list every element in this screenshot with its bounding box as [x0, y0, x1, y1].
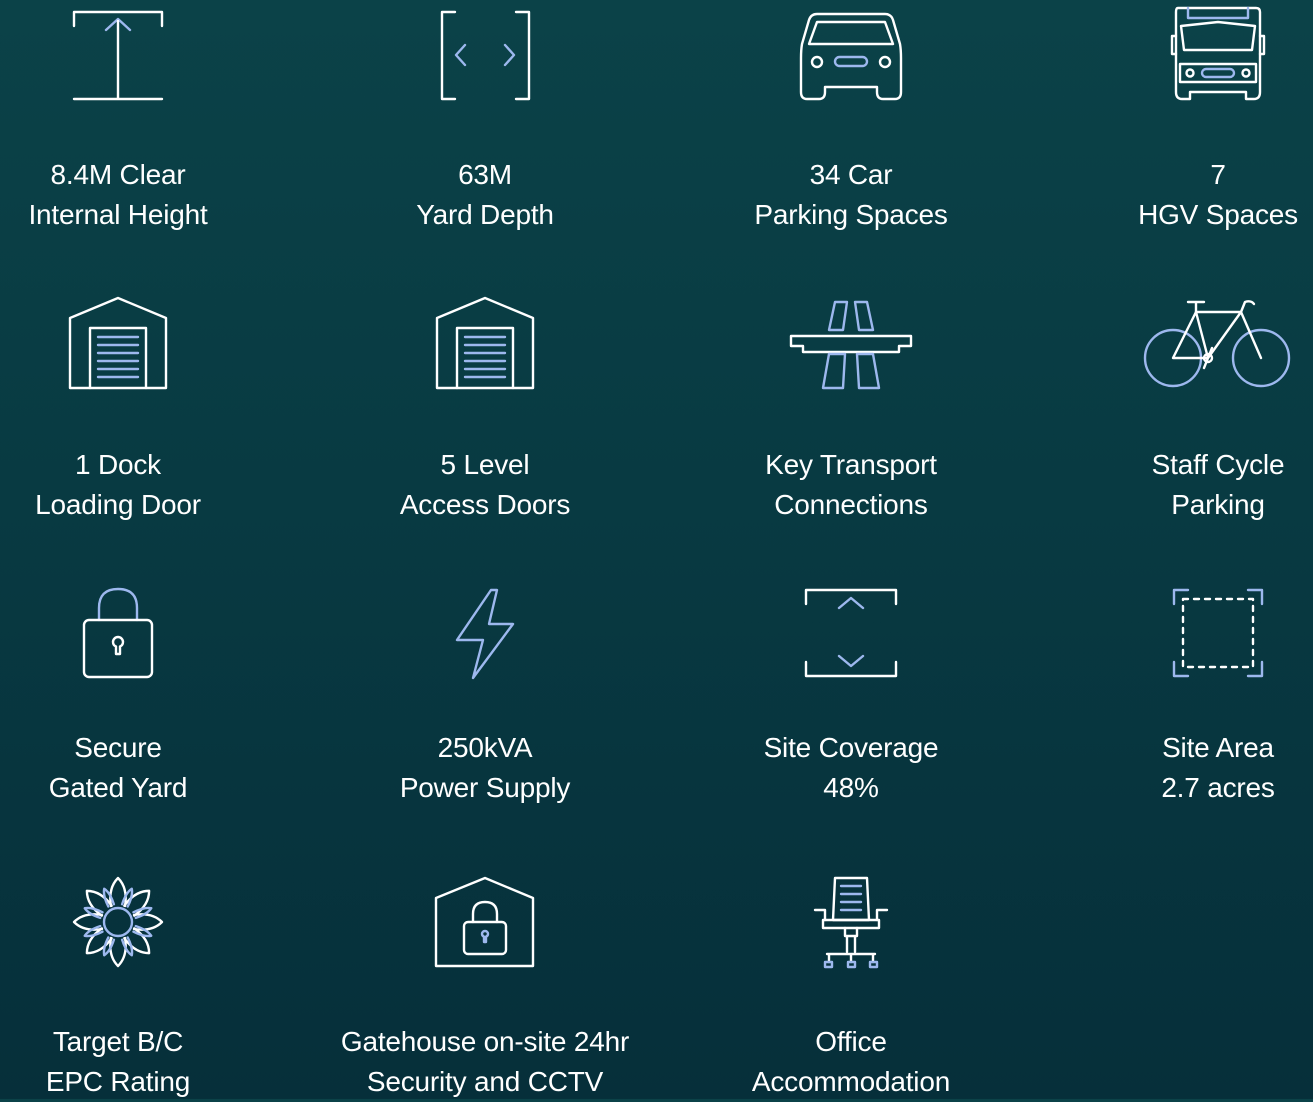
feature-line2: Internal Height — [28, 199, 208, 230]
feature-level-doors: 5 Level Access Doors — [305, 290, 665, 520]
feature-epc-rating: Target B/C EPC Rating — [0, 870, 298, 1097]
feature-line2: Accommodation — [751, 1066, 951, 1097]
dock-door-icon — [68, 296, 168, 390]
feature-line1: 63M — [458, 159, 512, 190]
feature-line1: Target B/C — [52, 1026, 184, 1057]
bicycle-icon — [1143, 300, 1291, 388]
feature-clear-height: 8.4M Clear Internal Height — [0, 0, 298, 230]
feature-line2: Power Supply — [399, 772, 571, 803]
feature-line1: 7 — [1210, 159, 1226, 190]
feature-site-area: Site Area 2.7 acres — [1038, 580, 1313, 803]
hgv-truck-icon — [1170, 6, 1266, 101]
feature-car-parking: 34 Car Parking Spaces — [671, 0, 1031, 230]
feature-line2: 48% — [823, 772, 879, 803]
feature-dock-door: 1 Dock Loading Door — [0, 290, 298, 520]
flower-icon — [72, 876, 164, 968]
feature-office: Office Accommodation — [671, 870, 1031, 1097]
feature-line2: EPC Rating — [45, 1066, 191, 1097]
clear-height-icon — [72, 10, 164, 101]
feature-site-coverage: Site Coverage 48% — [671, 580, 1031, 803]
feature-line1: Office — [815, 1026, 887, 1057]
feature-line1: Key Transport — [765, 449, 937, 480]
feature-line1: Staff Cycle — [1151, 449, 1285, 480]
feature-transport: Key Transport Connections — [671, 290, 1031, 520]
feature-line2: Connections — [774, 489, 928, 520]
feature-line1: Site Coverage — [763, 732, 939, 763]
feature-line2: Security and CCTV — [366, 1066, 604, 1097]
feature-line2: 2.7 acres — [1161, 772, 1275, 803]
feature-line2: Yard Depth — [416, 199, 554, 230]
site-coverage-icon — [804, 588, 898, 678]
site-area-icon — [1172, 588, 1264, 678]
gatehouse-icon — [434, 876, 535, 968]
feature-power-supply: 250kVA Power Supply — [305, 580, 665, 803]
feature-line2: Parking — [1171, 489, 1265, 520]
level-door-icon — [435, 296, 535, 390]
motorway-icon — [789, 300, 913, 390]
feature-line1: 250kVA — [437, 732, 533, 763]
feature-secure-yard: Secure Gated Yard — [0, 580, 298, 803]
padlock-icon — [82, 587, 154, 679]
feature-cycle-parking: Staff Cycle Parking — [1038, 290, 1313, 520]
feature-line2: Access Doors — [399, 489, 571, 520]
feature-line1: 5 Level — [440, 449, 530, 480]
car-icon — [799, 12, 903, 101]
yard-depth-icon — [440, 10, 531, 101]
feature-line1: Secure — [74, 732, 162, 763]
feature-line1: Site Area — [1162, 732, 1274, 763]
feature-line1: Gatehouse on-site 24hr — [340, 1026, 630, 1057]
feature-yard-depth: 63M Yard Depth — [305, 0, 665, 230]
feature-line1: 34 Car — [809, 159, 893, 190]
feature-line1: 1 Dock — [75, 449, 161, 480]
feature-line2: Parking Spaces — [754, 199, 948, 230]
feature-hgv-spaces: 7 HGV Spaces — [1038, 0, 1313, 230]
feature-line1: 8.4M Clear — [50, 159, 186, 190]
feature-line2: HGV Spaces — [1138, 199, 1298, 230]
office-chair-icon — [813, 876, 889, 969]
lightning-icon — [455, 588, 515, 680]
feature-line2: Loading Door — [35, 489, 201, 520]
feature-line2: Gated Yard — [48, 772, 188, 803]
feature-gatehouse: Gatehouse on-site 24hr Security and CCTV — [305, 870, 665, 1097]
